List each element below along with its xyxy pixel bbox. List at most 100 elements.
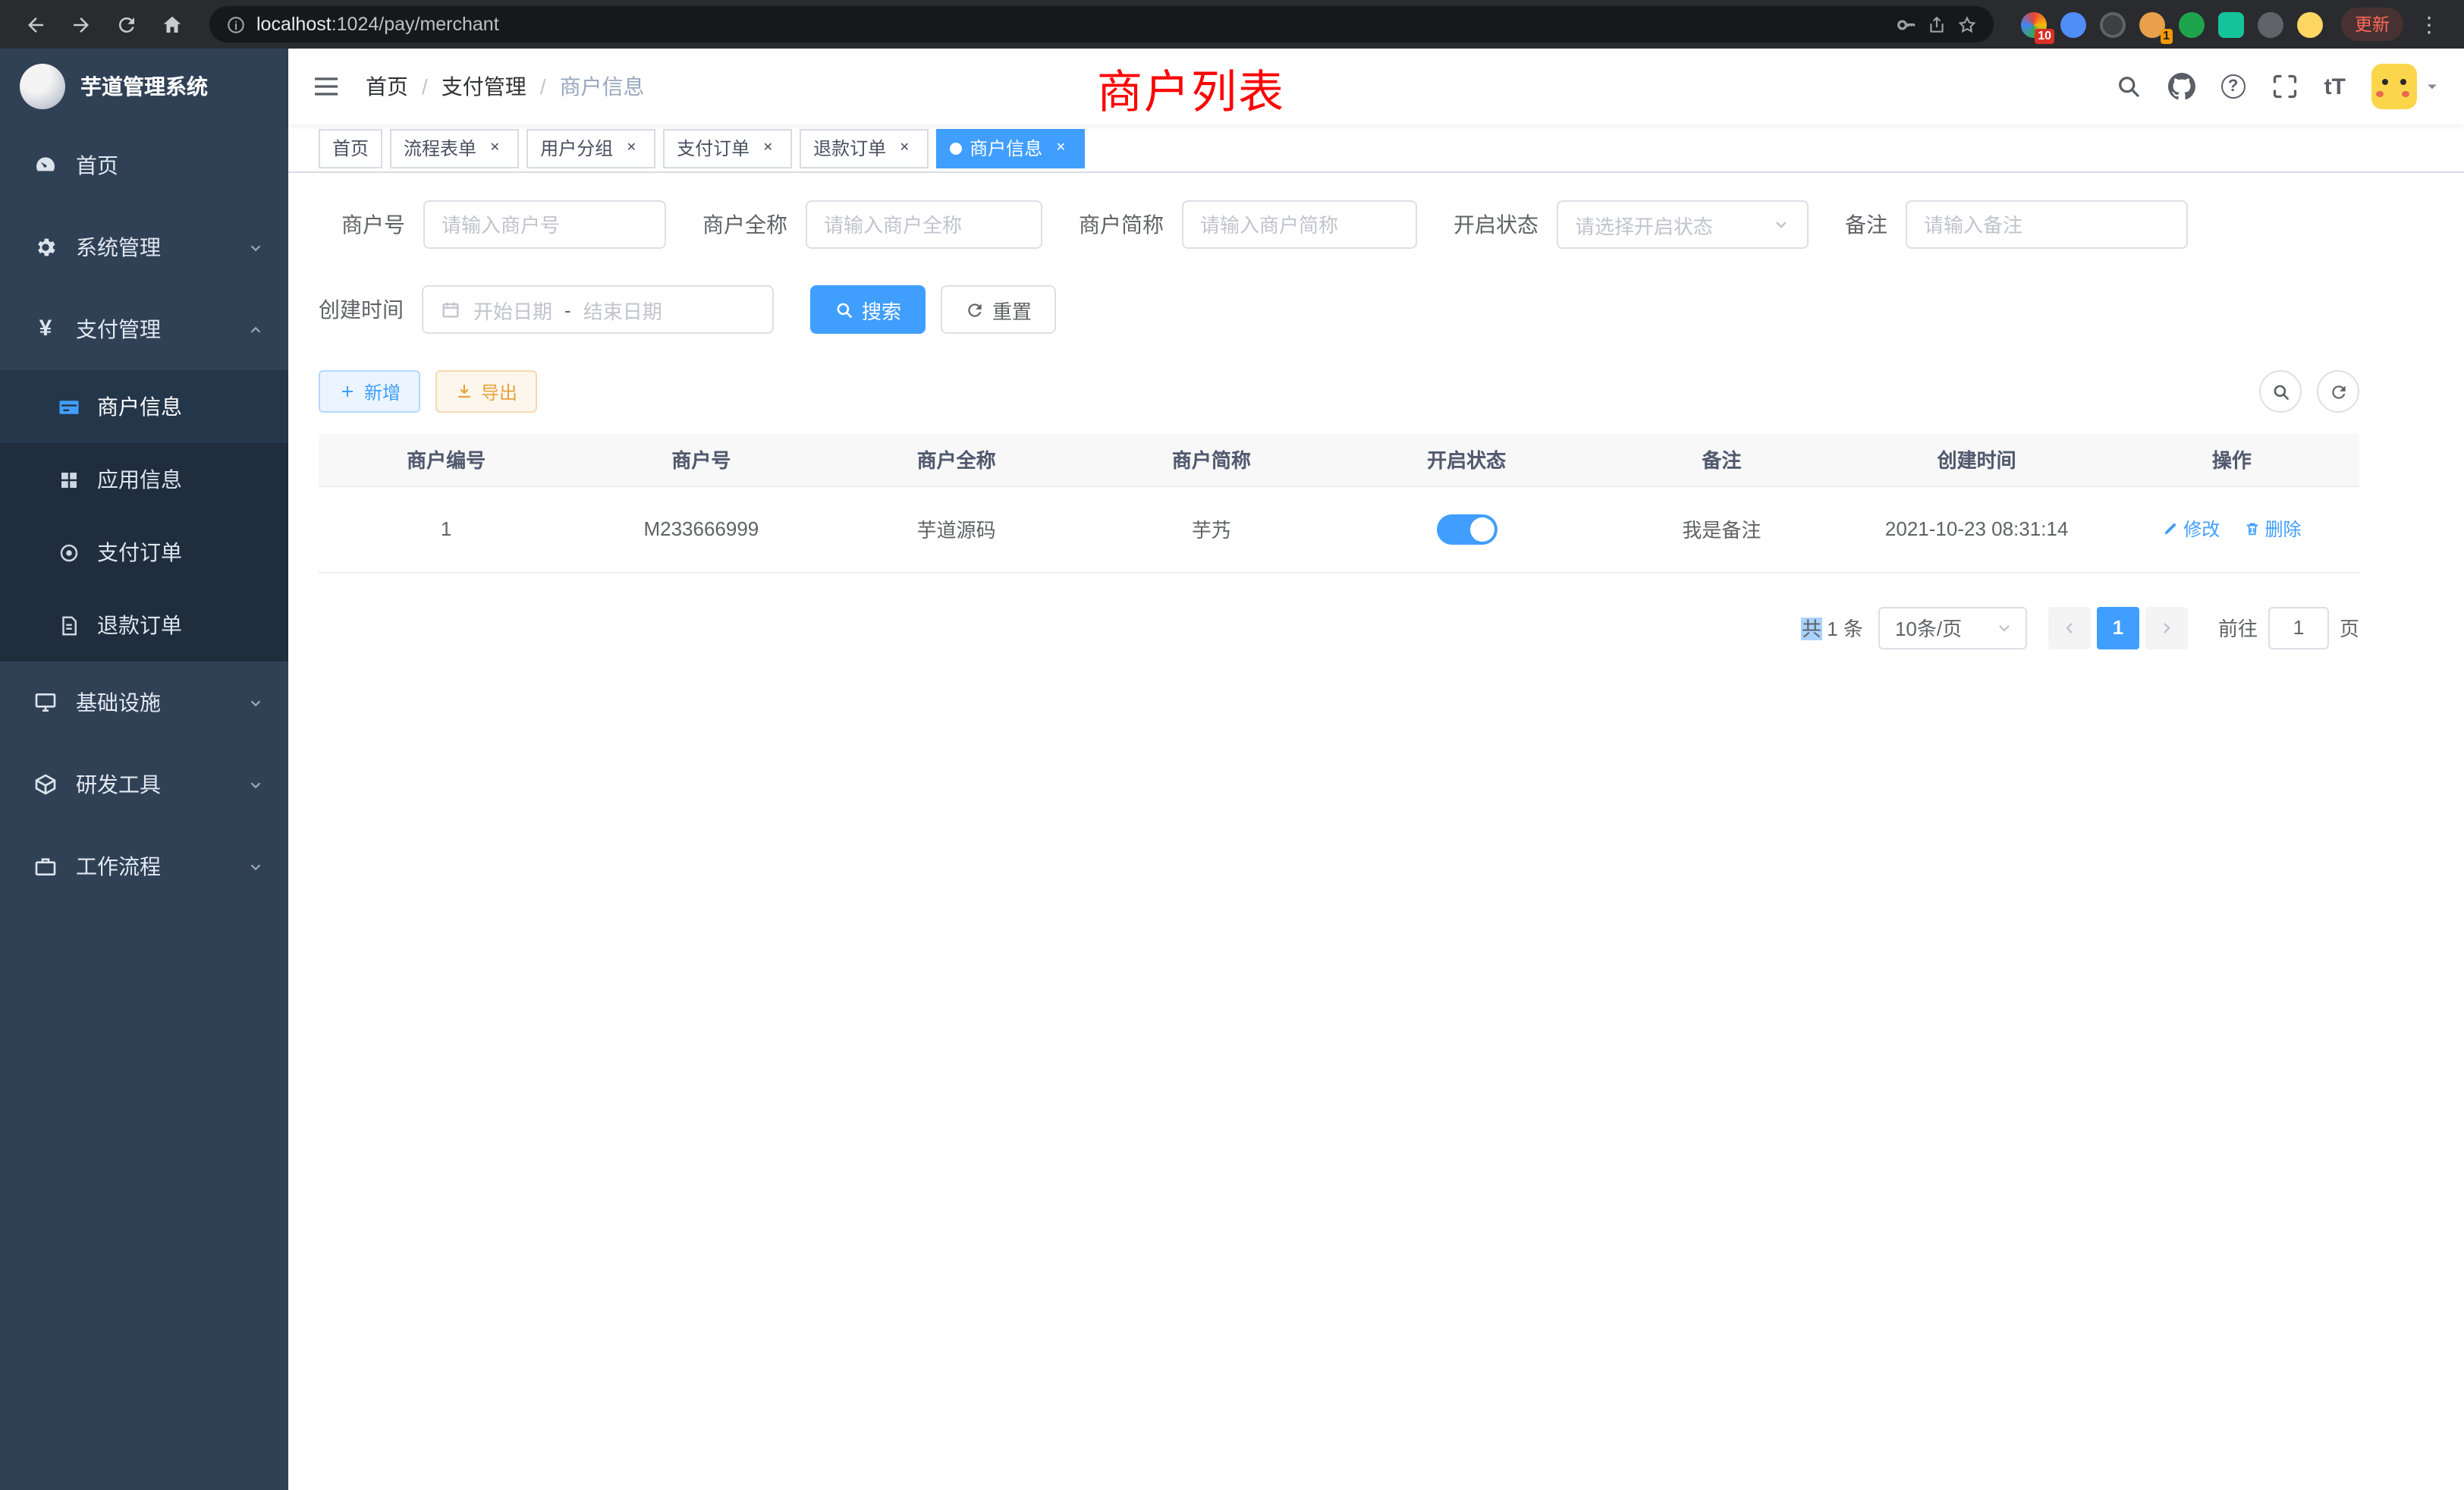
back-arrow-icon: [24, 13, 46, 36]
col-full-name: 商户全称: [829, 434, 1084, 486]
browser-home-button[interactable]: [152, 5, 191, 44]
tab-process-form[interactable]: 流程表单: [390, 128, 519, 168]
status-label: 开启状态: [1454, 209, 1557, 240]
col-status: 开启状态: [1339, 434, 1594, 486]
extension-icon[interactable]: [2179, 11, 2205, 37]
breadcrumb-home[interactable]: 首页: [366, 71, 408, 102]
remark-input[interactable]: [1924, 213, 2170, 236]
tab-pay-order[interactable]: 支付订单: [663, 128, 792, 168]
export-button[interactable]: 导出: [435, 370, 537, 413]
chevron-down-icon: [247, 776, 264, 793]
delete-button-label: 删除: [2265, 516, 2302, 542]
delete-button[interactable]: 删除: [2244, 516, 2302, 542]
tab-home[interactable]: 首页: [319, 128, 382, 168]
sidebar-item-merchant-info[interactable]: 商户信息: [0, 370, 288, 443]
active-dot: [950, 142, 962, 154]
sidebar-item-payment[interactable]: 支付管理: [0, 288, 288, 370]
refresh-table-button[interactable]: [2317, 370, 2359, 413]
cell-short-name: 芋艿: [1084, 486, 1339, 572]
sidebar-item-dev-tools[interactable]: 研发工具: [0, 743, 288, 825]
sidebar-item-refund-order[interactable]: 退款订单: [0, 589, 288, 662]
short-name-label: 商户简称: [1079, 209, 1182, 240]
status-select[interactable]: 请选择开启状态: [1557, 200, 1809, 249]
status-toggle[interactable]: [1436, 514, 1497, 544]
sidebar-item-label: 支付管理: [76, 314, 161, 344]
page-info-icon[interactable]: [226, 14, 246, 34]
full-name-input[interactable]: [824, 213, 1024, 236]
hamburger-icon[interactable]: [311, 71, 341, 102]
sidebar-item-label: 研发工具: [76, 769, 161, 800]
search-icon: [834, 300, 854, 319]
search-button[interactable]: 搜索: [810, 285, 926, 334]
extension-badge: 10: [2035, 28, 2054, 43]
screen: localhost:1024/pay/merchant 10 1: [0, 0, 2464, 1490]
tab-close-icon[interactable]: [1050, 137, 1071, 159]
address-bar[interactable]: localhost:1024/pay/merchant: [209, 6, 1994, 42]
add-button[interactable]: 新增: [319, 370, 420, 413]
edit-pencil-icon: [2162, 520, 2179, 537]
browser-menu-button[interactable]: [2409, 5, 2449, 44]
prev-page-button[interactable]: [2048, 606, 2091, 649]
next-page-button[interactable]: [2145, 606, 2188, 649]
sidebar-item-system[interactable]: 系统管理: [0, 206, 288, 288]
sidebar-item-home[interactable]: 首页: [0, 124, 288, 206]
url-text: localhost:1024/pay/merchant: [256, 14, 1886, 35]
reset-button[interactable]: 重置: [941, 285, 1056, 334]
create-time-range-picker[interactable]: 开始日期 - 结束日期: [422, 285, 774, 334]
font-size-icon[interactable]: [2324, 74, 2346, 99]
sidebar-item-workflow[interactable]: 工作流程: [0, 825, 288, 907]
tab-close-icon[interactable]: [757, 137, 778, 159]
page-size-select[interactable]: 10条/页: [1878, 606, 2027, 649]
goto-page-input[interactable]: [2268, 606, 2329, 649]
date-separator: -: [564, 298, 571, 321]
extension-icon[interactable]: [2100, 11, 2126, 37]
pagination: 共 1 条 10条/页 1: [319, 606, 2359, 649]
sidebar-item-app-info[interactable]: 应用信息: [0, 443, 288, 516]
password-key-icon[interactable]: [1897, 14, 1916, 34]
tab-merchant-info[interactable]: 商户信息: [936, 128, 1085, 168]
toggle-search-button[interactable]: [2259, 370, 2302, 413]
short-name-input[interactable]: [1200, 213, 1399, 236]
extension-icon[interactable]: 10: [2021, 11, 2047, 37]
tab-close-icon[interactable]: [484, 137, 505, 159]
browser-update-button[interactable]: 更新: [2341, 8, 2403, 41]
browser-reload-button[interactable]: [106, 5, 146, 44]
user-avatar-dropdown[interactable]: [2371, 64, 2440, 109]
page-number-button[interactable]: 1: [2097, 606, 2139, 649]
filter-row-2: 创建时间 开始日期 - 结束日期 搜索 重置: [319, 285, 2359, 334]
caret-down-icon: [2425, 79, 2440, 94]
merchant-no-field: [423, 200, 666, 249]
merchant-no-input[interactable]: [442, 213, 648, 236]
edit-button[interactable]: 修改: [2162, 516, 2220, 542]
breadcrumb-payment[interactable]: 支付管理: [442, 71, 526, 102]
tab-label: 支付订单: [677, 135, 750, 161]
extension-icon[interactable]: [2297, 11, 2323, 37]
tab-user-group[interactable]: 用户分组: [526, 128, 655, 168]
table-header-row: 商户编号 商户号 商户全称 商户简称 开启状态 备注 创建时间 操作: [319, 434, 2359, 486]
sidebar-item-infrastructure[interactable]: 基础设施: [0, 662, 288, 743]
help-icon[interactable]: [2221, 74, 2246, 99]
github-icon[interactable]: [2168, 73, 2195, 100]
chevron-up-icon: [247, 321, 264, 338]
browser-back-button[interactable]: [15, 5, 55, 44]
tab-refund-order[interactable]: 退款订单: [800, 128, 929, 168]
sidebar-item-pay-order[interactable]: 支付订单: [0, 516, 288, 589]
browser-forward-button[interactable]: [61, 5, 100, 44]
filter-row-1: 商户号 商户全称 商户简称: [319, 200, 2359, 249]
tab-close-icon[interactable]: [621, 137, 642, 159]
extension-icon[interactable]: 1: [2139, 11, 2165, 37]
url-host: localhost: [256, 14, 332, 35]
extension-icon[interactable]: [2258, 11, 2283, 37]
fullscreen-icon[interactable]: [2271, 73, 2299, 100]
tab-close-icon[interactable]: [894, 137, 915, 159]
extension-icon[interactable]: [2218, 11, 2244, 37]
reset-button-label: 重置: [992, 295, 1032, 324]
share-icon[interactable]: [1927, 14, 1947, 34]
bookmark-star-icon[interactable]: [1957, 14, 1977, 34]
pagination-total-prefix: 共: [1802, 618, 1821, 640]
extension-icon[interactable]: [2060, 11, 2086, 37]
search-icon[interactable]: [2115, 73, 2142, 100]
trash-icon: [2244, 520, 2261, 537]
browser-toolbar: localhost:1024/pay/merchant 10 1: [0, 0, 2464, 49]
app-logo-row[interactable]: 芋道管理系统: [0, 49, 288, 124]
